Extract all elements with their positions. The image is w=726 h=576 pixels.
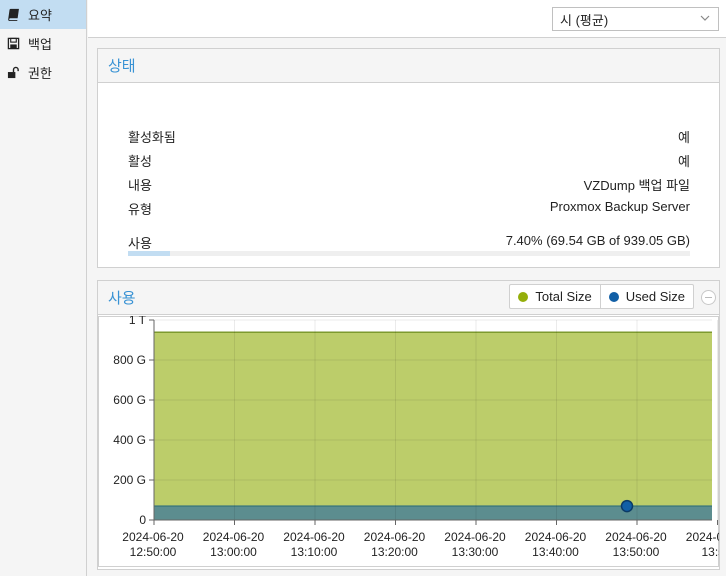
status-value: 예 — [678, 154, 690, 169]
legend-dot-icon — [518, 291, 529, 302]
usage-progress-bar — [128, 251, 690, 256]
status-value: Proxmox Backup Server — [549, 199, 690, 214]
content-area: 상태 활성화됨 예 활성 예 내용 VZDump 백업 파일 유형 Proxmo… — [88, 38, 726, 576]
timeframe-select[interactable]: 시 (평균) — [552, 7, 719, 31]
x-tick-label-time: 13:20:00 — [371, 545, 418, 559]
collapse-toggle-icon[interactable] — [701, 290, 716, 305]
x-tick-label-date: 2024-06-20 — [122, 530, 184, 544]
sidebar-item-label: 요약 — [28, 8, 52, 23]
status-value: VZDump 백업 파일 — [583, 178, 690, 193]
status-panel: 상태 활성화됨 예 활성 예 내용 VZDump 백업 파일 유형 Proxmo… — [97, 48, 720, 268]
unlock-icon — [6, 66, 20, 80]
sidebar-item-permissions[interactable]: 권한 — [0, 58, 86, 87]
x-tick-label-time: 13:30:00 — [452, 545, 499, 559]
main-panel: 시 (평균) 상태 활성화됨 예 활성 예 내용 VZDump 백업 파일 유형… — [88, 0, 726, 576]
usage-label: 사용 — [128, 236, 152, 251]
status-row-content: 내용 VZDump 백업 파일 — [128, 175, 690, 193]
legend-item-used-size[interactable]: Used Size — [599, 285, 693, 308]
sidebar-item-label: 권한 — [28, 66, 52, 81]
legend-dot-icon — [608, 291, 619, 302]
status-panel-title: 상태 — [98, 49, 719, 83]
used-size-data-point — [620, 499, 634, 513]
book-icon — [6, 8, 20, 22]
status-label: 내용 — [128, 178, 152, 193]
x-tick-label-date: 2024-06-20 — [605, 530, 667, 544]
status-value: 예 — [678, 130, 690, 145]
status-row-type: 유형 Proxmox Backup Server — [128, 199, 690, 217]
usage-chart-panel: 사용 Total Size Used Size 0 200 G 400 G 600 G… — [97, 280, 720, 570]
x-tick-label-date: 2024-06-20 — [364, 530, 426, 544]
status-label: 활성 — [128, 154, 152, 169]
status-row-enabled: 활성화됨 예 — [128, 127, 690, 145]
usage-progress-fill — [128, 251, 170, 256]
sidebar: 요약 백업 권한 — [0, 0, 87, 576]
status-label: 유형 — [128, 202, 152, 217]
x-tick-label-time: 13:59 — [701, 545, 719, 559]
x-tick-label-time: 12:50:00 — [130, 545, 177, 559]
x-tick-label-date: 2024-06-20 — [203, 530, 265, 544]
x-tick-label-time: 13:40:00 — [532, 545, 579, 559]
chart-legend: Total Size Used Size — [509, 284, 694, 309]
legend-item-total-size[interactable]: Total Size — [510, 285, 599, 308]
y-tick-label: 1 T — [129, 316, 147, 327]
timeframe-value: 시 (평균) — [560, 12, 609, 28]
y-tick-label: 0 — [139, 513, 146, 527]
status-row-active: 활성 예 — [128, 151, 690, 169]
x-tick-label-date: 2024-06-20 — [686, 530, 719, 544]
x-tick-label-time: 13:10:00 — [291, 545, 338, 559]
floppy-disk-icon — [6, 37, 20, 51]
usage-chart-svg: 0200 G400 G600 G800 G1 T2024-06-2012:50:… — [98, 316, 719, 567]
sidebar-item-label: 백업 — [28, 37, 52, 52]
status-row-usage: 사용 7.40% (69.54 GB of 939.05 GB) — [128, 233, 690, 251]
x-tick-label-time: 13:00:00 — [210, 545, 257, 559]
sidebar-item-summary[interactable]: 요약 — [0, 0, 86, 29]
y-tick-label: 400 G — [113, 433, 146, 447]
chevron-down-icon — [700, 15, 710, 21]
sidebar-item-backup[interactable]: 백업 — [0, 29, 86, 58]
usage-chart-title-text: 사용 — [108, 290, 136, 307]
x-tick-label-date: 2024-06-20 — [283, 530, 345, 544]
y-tick-label: 200 G — [113, 473, 146, 487]
y-tick-label: 600 G — [113, 393, 146, 407]
x-tick-label-time: 13:50:00 — [613, 545, 660, 559]
usage-value: 7.40% (69.54 GB of 939.05 GB) — [505, 233, 690, 248]
toolbar: 시 (평균) — [88, 0, 726, 38]
x-tick-label-date: 2024-06-20 — [444, 530, 506, 544]
x-tick-label-date: 2024-06-20 — [525, 530, 587, 544]
legend-label: Used Size — [625, 289, 685, 304]
legend-label: Total Size — [535, 289, 592, 304]
y-tick-label: 800 G — [113, 353, 146, 367]
usage-chart: 0 200 G 400 G 600 G 800 G1 T 2024-06-20 12:50:… — [98, 316, 719, 569]
status-label: 활성화됨 — [128, 130, 176, 145]
